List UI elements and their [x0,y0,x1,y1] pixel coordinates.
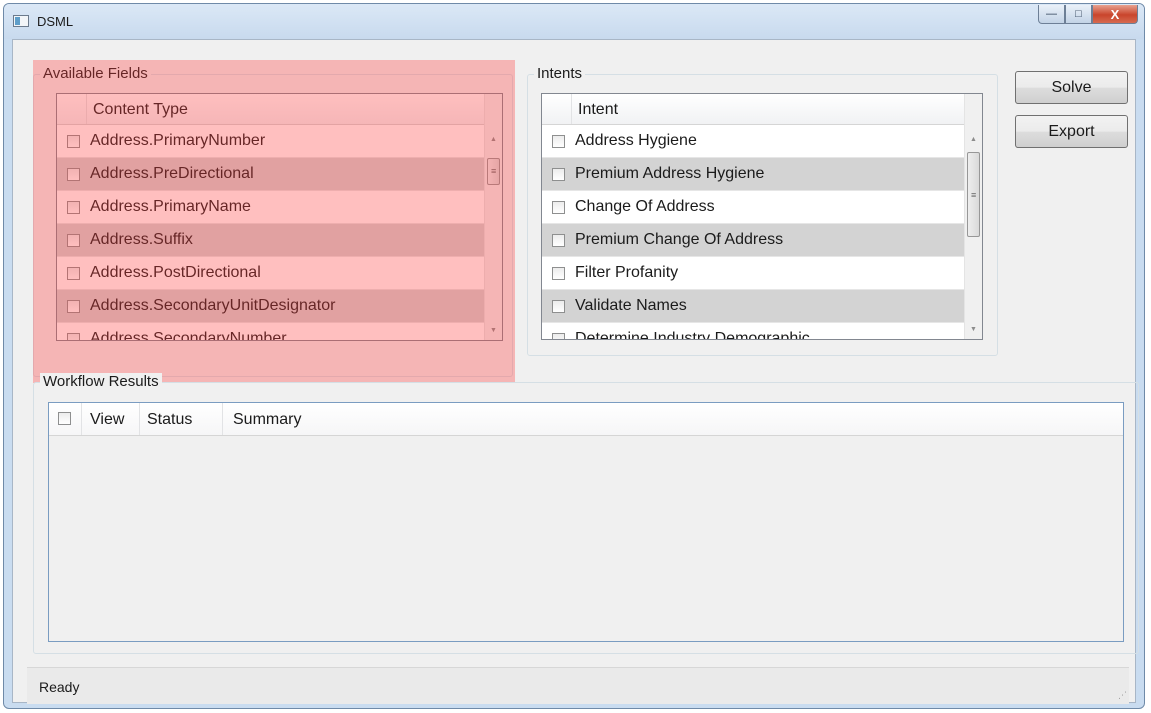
intent-row[interactable]: Premium Change Of Address [542,224,964,257]
fields-scroll-thumb[interactable]: ≡ [487,158,500,185]
intent-checkbox[interactable] [552,201,565,214]
column-separator [222,403,223,435]
field-checkbox[interactable] [67,300,80,313]
field-label: Address.PrimaryName [90,198,251,215]
intent-header[interactable]: Intent [542,94,964,125]
intent-label: Premium Change Of Address [575,231,784,248]
content-type-header[interactable]: Content Type [57,94,484,125]
field-row[interactable]: Address.PostDirectional [57,257,484,290]
intent-label: Address Hygiene [575,132,697,149]
column-separator [81,403,82,435]
field-row[interactable]: Address.PrimaryName [57,191,484,224]
intent-label: Filter Profanity [575,264,679,281]
view-column-header[interactable]: View [90,411,124,429]
status-column-header[interactable]: Status [147,411,192,429]
caption-buttons: — □ X [1038,5,1138,25]
fields-scrollbar[interactable]: ▲ ≡ ▼ [484,94,502,340]
scroll-down-arrow-icon[interactable]: ▼ [490,327,497,334]
scroll-up-arrow-icon[interactable]: ▲ [970,136,977,143]
intent-row[interactable]: Change Of Address [542,191,964,224]
field-label: Address.Suffix [90,231,193,248]
field-row[interactable]: Address.SecondaryUnitDesignator [57,290,484,323]
intent-row[interactable]: Determine Industry Demographic [542,323,964,340]
workflow-results-label: Workflow Results [40,373,162,390]
row-header-corner [542,94,572,124]
field-label: Address.PreDirectional [90,165,254,182]
intent-label: Premium Address Hygiene [575,165,765,182]
status-text: Ready [39,679,80,695]
available-fields-rows: Address.PrimaryNumber Address.PreDirecti… [57,125,484,341]
close-button[interactable]: X [1092,5,1138,24]
field-checkbox[interactable] [67,168,80,181]
solve-button[interactable]: Solve [1015,71,1128,104]
intent-checkbox[interactable] [552,267,565,280]
export-button[interactable]: Export [1015,115,1128,148]
workflow-results-grid[interactable]: View Status Summary [48,402,1124,642]
status-bar: Ready ⋰ [27,667,1129,704]
field-checkbox[interactable] [67,234,80,247]
intents-grid[interactable]: Intent Address Hygiene Premium Address H… [541,93,983,340]
window-title: DSML [37,14,74,29]
available-fields-grid[interactable]: Content Type Address.PrimaryNumber Addre… [56,93,503,341]
grip-icon: ≡ [491,166,497,176]
intent-label: Determine Industry Demographic [575,330,810,340]
workflow-header: View Status Summary [49,403,1123,436]
intents-label: Intents [534,65,586,82]
intents-scrollbar[interactable]: ▲ ≡ ▼ [964,94,982,339]
workflow-results-body [49,436,1123,641]
column-separator [139,403,140,435]
field-checkbox[interactable] [67,267,80,280]
field-label: Address.SecondaryNumber [90,330,287,341]
row-header-corner [57,94,87,124]
intent-label: Change Of Address [575,198,715,215]
intent-checkbox[interactable] [552,135,565,148]
field-row[interactable]: Address.PreDirectional [57,158,484,191]
field-checkbox[interactable] [67,333,80,340]
available-fields-label: Available Fields [40,65,151,82]
field-row[interactable]: Address.PrimaryNumber [57,125,484,158]
summary-column-header[interactable]: Summary [233,411,301,429]
client-area: Available Fields Content Type Address.Pr… [12,39,1139,703]
intent-checkbox[interactable] [552,234,565,247]
maximize-button[interactable]: □ [1065,5,1092,24]
scroll-up-arrow-icon[interactable]: ▲ [490,136,497,143]
field-checkbox[interactable] [67,135,80,148]
intent-row[interactable]: Filter Profanity [542,257,964,290]
field-row[interactable]: Address.Suffix [57,224,484,257]
field-label: Address.SecondaryUnitDesignator [90,297,336,314]
intent-row[interactable]: Validate Names [542,290,964,323]
intents-scroll-thumb[interactable]: ≡ [967,152,980,237]
field-label: Address.PostDirectional [90,264,261,281]
field-row[interactable]: Address.SecondaryNumber [57,323,484,341]
grip-icon: ≡ [971,190,977,200]
title-bar[interactable]: DSML — □ X [4,4,1144,39]
intent-checkbox[interactable] [552,168,565,181]
intent-row[interactable]: Premium Address Hygiene [542,158,964,191]
intent-checkbox[interactable] [552,300,565,313]
field-label: Address.PrimaryNumber [90,132,266,149]
intents-rows: Address Hygiene Premium Address Hygiene … [542,125,964,340]
minimize-button[interactable]: — [1038,5,1065,24]
content-type-column-title: Content Type [93,101,188,118]
select-all-checkbox[interactable] [58,412,71,425]
app-icon [13,15,29,27]
intent-checkbox[interactable] [552,333,565,339]
resize-grip-icon[interactable]: ⋰ [1118,690,1127,701]
scroll-down-arrow-icon[interactable]: ▼ [970,326,977,333]
intent-row[interactable]: Address Hygiene [542,125,964,158]
field-checkbox[interactable] [67,201,80,214]
intent-label: Validate Names [575,297,687,314]
intent-column-title: Intent [578,101,619,118]
app-window: DSML — □ X Available Fields Content Type… [3,3,1145,709]
